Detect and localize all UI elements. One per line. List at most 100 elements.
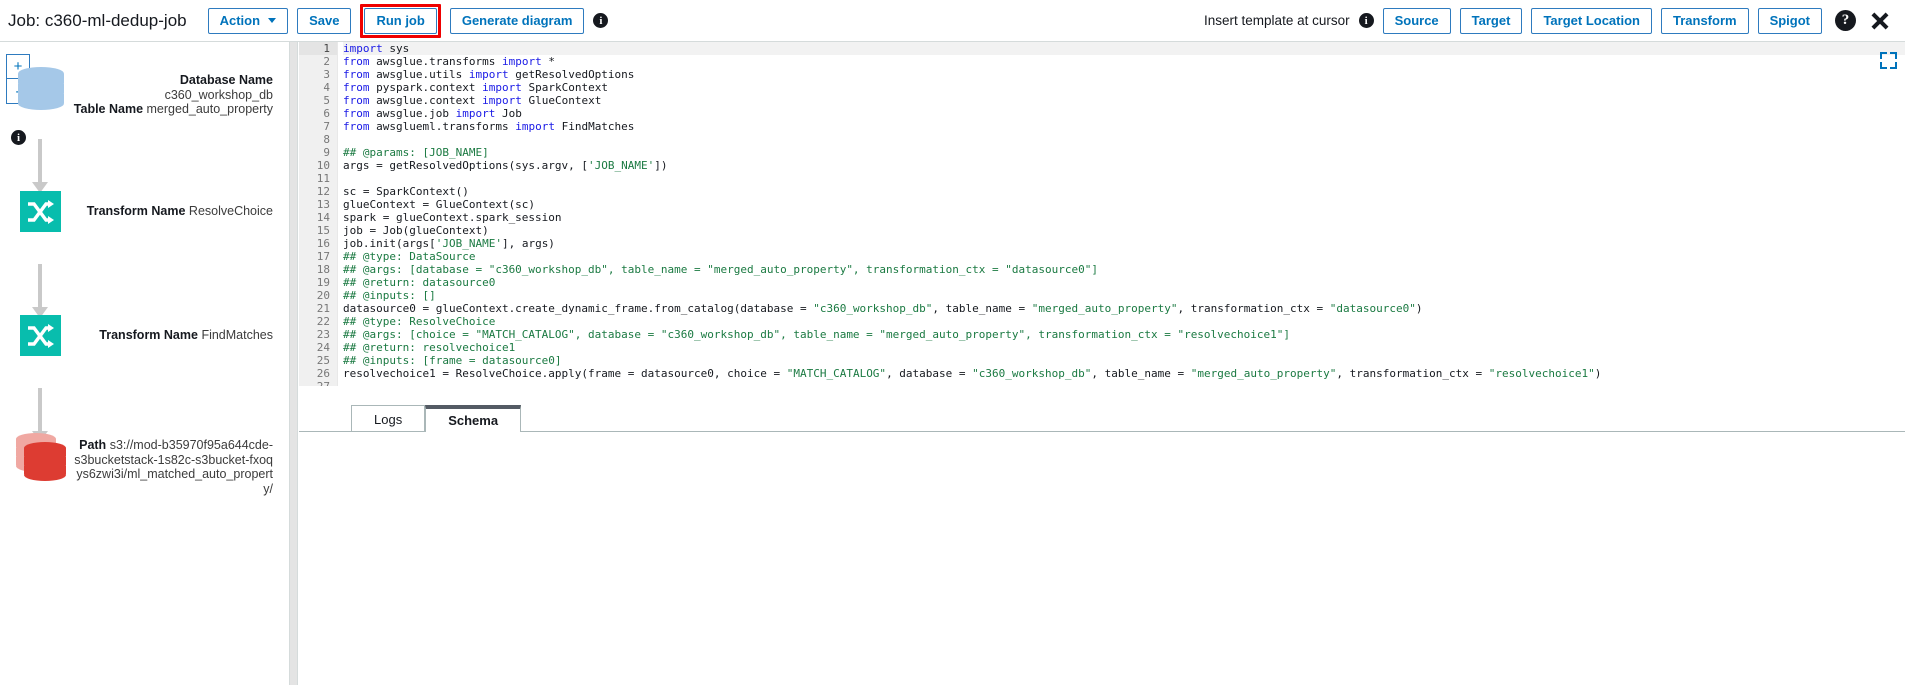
insert-target-button[interactable]: Target bbox=[1460, 8, 1523, 34]
editor-line-number: 7 bbox=[299, 120, 337, 133]
run-job-button[interactable]: Run job bbox=[364, 8, 436, 34]
transform-icon bbox=[20, 191, 61, 232]
tab-schema[interactable]: Schema bbox=[425, 405, 521, 432]
editor-line-numbers: 1234567891011121314151617181920212223242… bbox=[299, 42, 338, 386]
diagram-node-s3-target[interactable] bbox=[16, 433, 66, 483]
action-dropdown-button[interactable]: Action bbox=[208, 8, 288, 34]
editor-code-line[interactable]: from awsglueml.transforms import FindMat… bbox=[343, 120, 1905, 133]
field-value: merged_auto_property bbox=[147, 102, 273, 116]
editor-code-line[interactable]: from awsglue.job import Job bbox=[343, 107, 1905, 120]
editor-code-line[interactable]: resolvechoice1 = ResolveChoice.apply(fra… bbox=[343, 367, 1905, 380]
main-content: + - i Database Name c360_workshop_db Tab… bbox=[0, 41, 1905, 684]
editor-code-line[interactable]: spark = glueContext.spark_session bbox=[343, 211, 1905, 224]
field-label: Transform Name bbox=[99, 328, 198, 342]
editor-line-number: 25 bbox=[299, 354, 337, 367]
help-icon[interactable]: ? bbox=[1835, 10, 1856, 31]
action-dropdown-label: Action bbox=[220, 14, 260, 27]
info-icon[interactable]: i bbox=[593, 13, 608, 28]
template-insert-actions: Insert template at cursor i Source Targe… bbox=[1204, 8, 1905, 34]
editor-code-line[interactable]: ## @type: ResolveChoice bbox=[343, 315, 1905, 328]
editor-code-line[interactable]: job = Job(glueContext) bbox=[343, 224, 1905, 237]
insert-transform-button[interactable]: Transform bbox=[1661, 8, 1749, 34]
database-icon bbox=[18, 67, 64, 113]
editor-code-line[interactable]: glueContext = GlueContext(sc) bbox=[343, 198, 1905, 211]
save-button[interactable]: Save bbox=[297, 8, 351, 34]
editor-code-line[interactable]: ## @args: [database = "c360_workshop_db"… bbox=[343, 263, 1905, 276]
transform-icon bbox=[20, 315, 61, 356]
panel-splitter[interactable] bbox=[289, 42, 298, 685]
insert-source-button[interactable]: Source bbox=[1383, 8, 1451, 34]
generate-diagram-button[interactable]: Generate diagram bbox=[450, 8, 585, 34]
editor-line-number: 5 bbox=[299, 94, 337, 107]
field-value: FindMatches bbox=[201, 328, 273, 342]
field-value: ResolveChoice bbox=[189, 204, 273, 218]
field-value: c360_workshop_db bbox=[165, 88, 273, 102]
editor-line-number: 9 bbox=[299, 146, 337, 159]
shuffle-icon bbox=[27, 323, 55, 349]
s3-bucket-icon bbox=[16, 433, 66, 483]
bottom-tabs: LogsSchema bbox=[299, 404, 1905, 432]
editor-code-line[interactable]: from pyspark.context import SparkContext bbox=[343, 81, 1905, 94]
primary-actions: Action Save Run job Generate diagram i bbox=[208, 4, 609, 38]
editor-line-number: 15 bbox=[299, 224, 337, 237]
field-label: Path bbox=[79, 438, 106, 452]
editor-code-line[interactable]: datasource0 = glueContext.create_dynamic… bbox=[343, 302, 1905, 315]
editor-line-number: 21 bbox=[299, 302, 337, 315]
editor-line-number: 24 bbox=[299, 341, 337, 354]
editor-code-line[interactable]: ## @args: [choice = "MATCH_CATALOG", dat… bbox=[343, 328, 1905, 341]
diagram-node-datasource[interactable] bbox=[18, 67, 64, 113]
editor-code-line[interactable]: ## @params: [JOB_NAME] bbox=[343, 146, 1905, 159]
editor-code-line[interactable] bbox=[343, 172, 1905, 185]
editor-line-number: 1 bbox=[299, 42, 337, 55]
tab-logs[interactable]: Logs bbox=[351, 405, 425, 432]
expand-editor-icon[interactable] bbox=[1880, 52, 1897, 69]
editor-line-number: 22 bbox=[299, 315, 337, 328]
tab-panel-content bbox=[299, 432, 1905, 685]
editor-code-line[interactable]: from awsglue.transforms import * bbox=[343, 55, 1905, 68]
editor-line-number: 20 bbox=[299, 289, 337, 302]
bottom-pane: LogsSchema bbox=[299, 386, 1905, 685]
close-icon[interactable] bbox=[1869, 10, 1891, 32]
editor-code-line[interactable]: ## @type: DataSource bbox=[343, 250, 1905, 263]
insert-spigot-button[interactable]: Spigot bbox=[1758, 8, 1822, 34]
insert-target-location-button[interactable]: Target Location bbox=[1531, 8, 1652, 34]
diagram-node-resolvechoice-text: Transform Name ResolveChoice bbox=[73, 204, 273, 219]
diagram-node-findmatches-text: Transform Name FindMatches bbox=[73, 328, 273, 343]
run-job-highlight: Run job bbox=[360, 4, 440, 38]
editor-line-number: 3 bbox=[299, 68, 337, 81]
editor-code-line[interactable]: from awsglue.utils import getResolvedOpt… bbox=[343, 68, 1905, 81]
editor-line-number: 18 bbox=[299, 263, 337, 276]
diagram-connector-arrow bbox=[32, 264, 48, 318]
diagram-node-resolvechoice[interactable] bbox=[20, 191, 61, 232]
editor-code-line[interactable]: from awsglue.context import GlueContext bbox=[343, 94, 1905, 107]
insert-template-info-icon[interactable]: i bbox=[1359, 13, 1374, 28]
editor-code-line[interactable]: job.init(args['JOB_NAME'], args) bbox=[343, 237, 1905, 250]
editor-code-line[interactable]: ## @inputs: [] bbox=[343, 289, 1905, 302]
editor-code-area[interactable]: import sysfrom awsglue.transforms import… bbox=[339, 42, 1905, 386]
insert-template-label: Insert template at cursor bbox=[1204, 13, 1350, 28]
editor-code-line[interactable]: args = getResolvedOptions(sys.argv, ['JO… bbox=[343, 159, 1905, 172]
script-editor[interactable]: 1234567891011121314151617181920212223242… bbox=[299, 42, 1905, 386]
editor-line-number: 26 bbox=[299, 367, 337, 380]
editor-line-number: 16 bbox=[299, 237, 337, 250]
editor-code-line[interactable]: ## @return: datasource0 bbox=[343, 276, 1905, 289]
diagram-node-findmatches[interactable] bbox=[20, 315, 61, 356]
editor-line-number: 10 bbox=[299, 159, 337, 172]
editor-code-line[interactable] bbox=[343, 133, 1905, 146]
field-label: Table Name bbox=[74, 102, 143, 116]
chevron-down-icon bbox=[268, 18, 276, 23]
editor-line-number: 12 bbox=[299, 185, 337, 198]
page-title: Job: c360-ml-dedup-job bbox=[8, 11, 187, 31]
editor-code-line[interactable]: import sys bbox=[343, 42, 1905, 55]
editor-line-number: 11 bbox=[299, 172, 337, 185]
job-diagram-panel: + - i Database Name c360_workshop_db Tab… bbox=[0, 42, 289, 685]
editor-line-number: 4 bbox=[299, 81, 337, 94]
editor-line-number: 6 bbox=[299, 107, 337, 120]
editor-line-number: 19 bbox=[299, 276, 337, 289]
editor-code-line[interactable]: ## @inputs: [frame = datasource0] bbox=[343, 354, 1905, 367]
editor-code-line[interactable]: sc = SparkContext() bbox=[343, 185, 1905, 198]
field-label: Database Name bbox=[180, 73, 273, 87]
editor-code-line[interactable]: ## @return: resolvechoice1 bbox=[343, 341, 1905, 354]
editor-line-number: 23 bbox=[299, 328, 337, 341]
diagram-info-icon[interactable]: i bbox=[11, 130, 26, 145]
